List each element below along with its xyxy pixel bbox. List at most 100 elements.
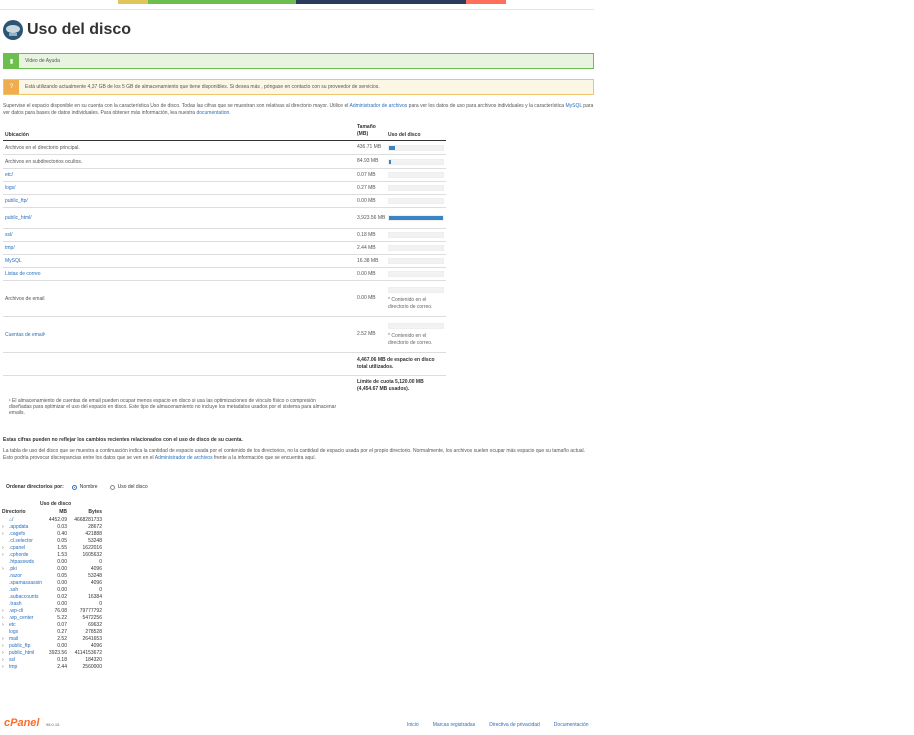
usage-bar: [388, 215, 444, 221]
usage-location-link[interactable]: MySQL: [3, 258, 357, 264]
usage-row[interactable]: MySQL 16.38 MB: [3, 255, 446, 268]
directory-row[interactable]: › public_ftp 0.00 4096: [2, 643, 102, 650]
usage-location-link[interactable]: public_ftp/: [3, 198, 357, 204]
directory-root-row[interactable]: ⌂/ 4452.09 4668281733: [2, 517, 102, 524]
directory-name[interactable]: tmp: [9, 664, 47, 671]
directory-name[interactable]: .cphorde: [9, 552, 47, 559]
home-icon[interactable]: ⌂/: [9, 517, 47, 524]
directory-row[interactable]: › .pki 0.00 4096: [2, 566, 102, 573]
directory-name[interactable]: public_ftp: [9, 643, 47, 650]
usage-location-link[interactable]: ssl/: [3, 232, 357, 238]
file-manager-link[interactable]: Administrador de archivos: [349, 103, 407, 109]
expand-caret-icon[interactable]: ›: [2, 566, 9, 573]
help-video-link[interactable]: Video de Ayuda: [19, 58, 60, 64]
directory-name[interactable]: logs: [9, 629, 47, 636]
directory-row[interactable]: › .cpanel 1.55 1622016: [2, 545, 102, 552]
expand-caret-icon[interactable]: ›: [2, 608, 9, 615]
directory-row[interactable]: .htpasswds 0.00 0: [2, 559, 102, 566]
directory-row[interactable]: .razor 0.05 53248: [2, 573, 102, 580]
expand-caret-icon[interactable]: ›: [2, 615, 9, 622]
directory-row[interactable]: › .cagefs 0.40 421888: [2, 531, 102, 538]
directory-row[interactable]: › etc 0.07 69632: [2, 622, 102, 629]
usage-location-link[interactable]: tmp/: [3, 245, 357, 251]
expand-caret-icon[interactable]: ›: [2, 636, 9, 643]
directory-name[interactable]: etc: [9, 622, 47, 629]
help-video-bar[interactable]: ▮ Video de Ayuda: [3, 53, 594, 69]
expand-caret-icon[interactable]: ›: [2, 622, 9, 629]
directory-name[interactable]: .htpasswds: [9, 559, 47, 566]
mysql-link[interactable]: MySQL: [565, 103, 581, 109]
directory-name[interactable]: .spamassassin: [9, 580, 47, 587]
caret-spacer: [2, 580, 9, 587]
email-note: * Contenido en el directorio de correo.: [388, 332, 433, 346]
directory-row[interactable]: .ssh 0.00 0: [2, 587, 102, 594]
directory-row[interactable]: › public_html 3923.56 4114153672: [2, 650, 102, 657]
email-accounts-link[interactable]: Cuentas de email¹: [3, 332, 357, 338]
expand-caret-icon[interactable]: ›: [2, 650, 9, 657]
directory-name[interactable]: .pki: [9, 566, 47, 573]
radio-usage[interactable]: [109, 484, 115, 490]
email-usage-row[interactable]: Cuentas de email¹ 2.52 MB * Contenido en e…: [3, 317, 446, 353]
footer-link[interactable]: Inicio: [407, 722, 419, 728]
directory-name[interactable]: .appdata: [9, 524, 47, 531]
radio-name[interactable]: [71, 484, 77, 490]
documentation-link[interactable]: documentation: [196, 110, 229, 116]
description: Supervise el espacio disponible en su cu…: [3, 103, 594, 117]
sort-by-usage[interactable]: Uso del disco: [109, 484, 148, 490]
expand-caret-icon[interactable]: ›: [2, 552, 9, 559]
usage-row[interactable]: public_html/3,923.56 MB: [3, 208, 446, 229]
directory-name[interactable]: mail: [9, 636, 47, 643]
directory-row[interactable]: .spamassassin 0.00 4096: [2, 580, 102, 587]
usage-location-link[interactable]: logs/: [3, 185, 357, 191]
footer-link[interactable]: Marcas registradas: [433, 722, 476, 728]
expand-caret-icon[interactable]: ›: [2, 657, 9, 664]
directory-name[interactable]: .wp_center: [9, 615, 47, 622]
directory-name[interactable]: .cagefs: [9, 531, 47, 538]
directory-name[interactable]: ssl: [9, 657, 47, 664]
usage-row[interactable]: etc/0.07 MB: [3, 169, 446, 182]
usage-row[interactable]: ssl/0.18 MB: [3, 229, 446, 242]
footer-link[interactable]: Directiva de privacidad: [489, 722, 540, 728]
directory-name[interactable]: .razor: [9, 573, 47, 580]
directory-row[interactable]: .trash 0.00 0: [2, 601, 102, 608]
usage-location-link[interactable]: public_html/: [3, 215, 357, 221]
usage-row[interactable]: Listas de correo 0.00 MB: [3, 268, 446, 281]
directory-row[interactable]: › .wp-cli 76.08 79777792: [2, 608, 102, 615]
directory-row[interactable]: .subaccounts 0.02 16384: [2, 594, 102, 601]
disk-usage-icon: [3, 20, 23, 40]
directory-row[interactable]: › .wp_center 5.22 5472256: [2, 615, 102, 622]
footer-link[interactable]: Documentación: [554, 722, 589, 728]
usage-bar-cell: [387, 245, 445, 251]
usage-bar: [388, 144, 444, 151]
directory-row[interactable]: › tmp 2.44 2560000: [2, 664, 102, 671]
directory-name[interactable]: .ssh: [9, 587, 47, 594]
usage-row[interactable]: tmp/2.44 MB: [3, 242, 446, 255]
warning-file-manager-link[interactable]: Administrador de archivos: [155, 455, 213, 461]
expand-caret-icon[interactable]: ›: [2, 545, 9, 552]
directory-mb: 1.53: [57, 552, 67, 558]
expand-caret-icon[interactable]: ›: [2, 664, 9, 671]
email-note-cell: * Contenido en el directorio de correo.: [387, 286, 445, 311]
directory-row[interactable]: › .appdata 0.03 28672: [2, 524, 102, 531]
usage-row[interactable]: logs/0.27 MB: [3, 182, 446, 195]
usage-location-link[interactable]: Listas de correo: [3, 271, 357, 277]
usage-location-link[interactable]: etc/: [3, 172, 357, 178]
directory-name[interactable]: .wp-cli: [9, 608, 47, 615]
usage-row[interactable]: public_ftp/0.00 MB: [3, 195, 446, 208]
directory-row[interactable]: .cl.selector 0.05 53248: [2, 538, 102, 545]
directory-row[interactable]: › ssl 0.18 184320: [2, 657, 102, 664]
directory-row[interactable]: logs 0.27 278528: [2, 629, 102, 636]
directory-mb: 0.00: [57, 587, 67, 593]
directory-row[interactable]: › mail 2.52 2641653: [2, 636, 102, 643]
directory-name[interactable]: .subaccounts: [9, 594, 47, 601]
directory-name[interactable]: .cpanel: [9, 545, 47, 552]
page: Uso del disco ▮ Video de Ayuda ? Está ut…: [0, 0, 914, 735]
directory-name[interactable]: .cl.selector: [9, 538, 47, 545]
directory-name[interactable]: .trash: [9, 601, 47, 608]
expand-caret-icon[interactable]: ›: [2, 643, 9, 650]
expand-caret-icon[interactable]: ›: [2, 524, 9, 531]
directory-row[interactable]: › .cphorde 1.53 1605632: [2, 552, 102, 559]
expand-caret-icon[interactable]: ›: [2, 531, 9, 538]
directory-name[interactable]: public_html: [9, 650, 47, 657]
sort-by-name[interactable]: Nombre: [71, 484, 98, 490]
